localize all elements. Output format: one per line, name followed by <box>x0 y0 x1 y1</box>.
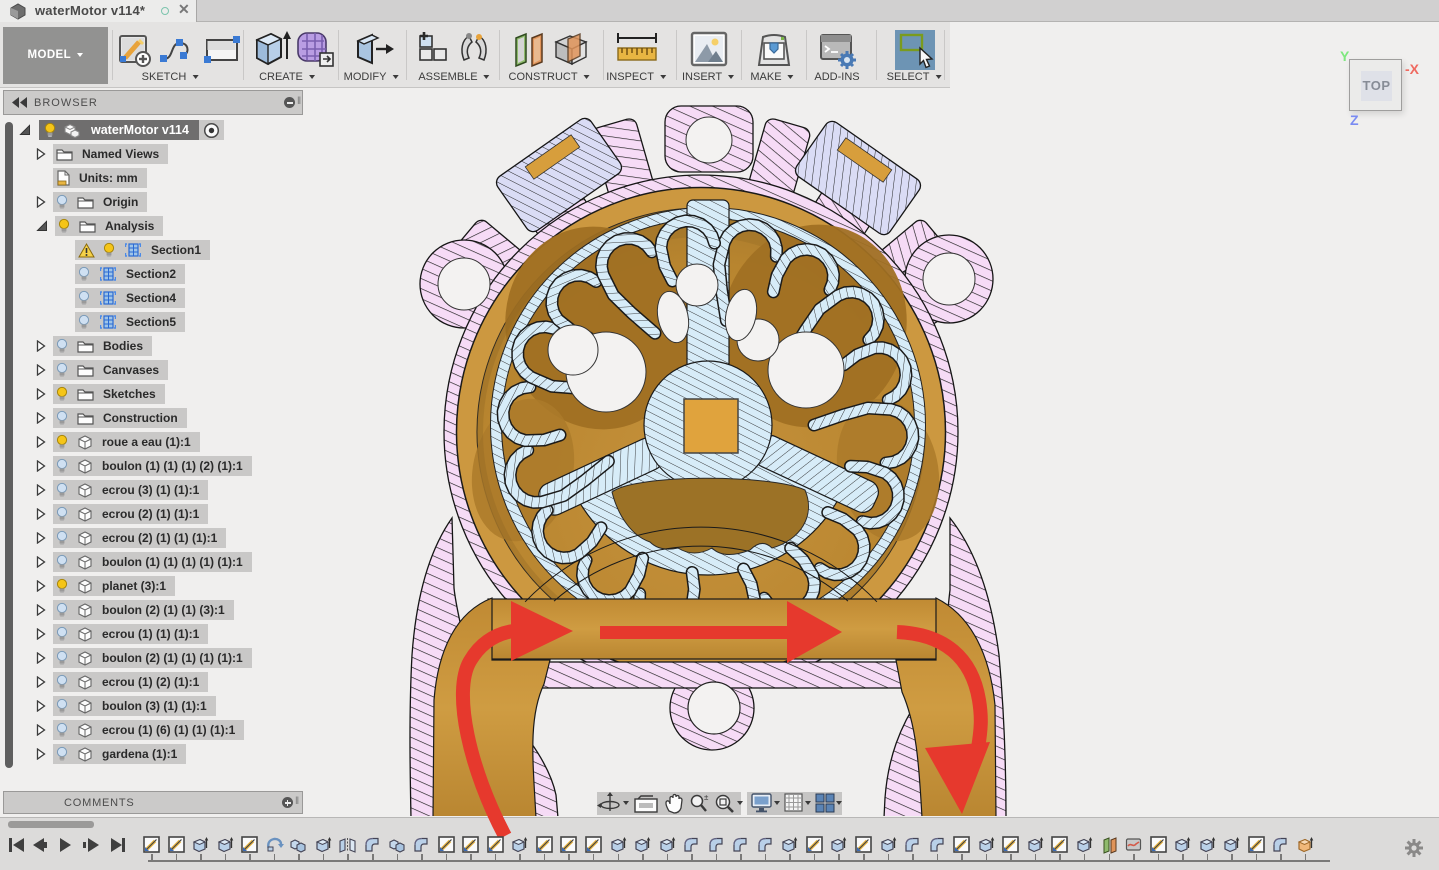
svg-text:±: ± <box>704 793 709 802</box>
